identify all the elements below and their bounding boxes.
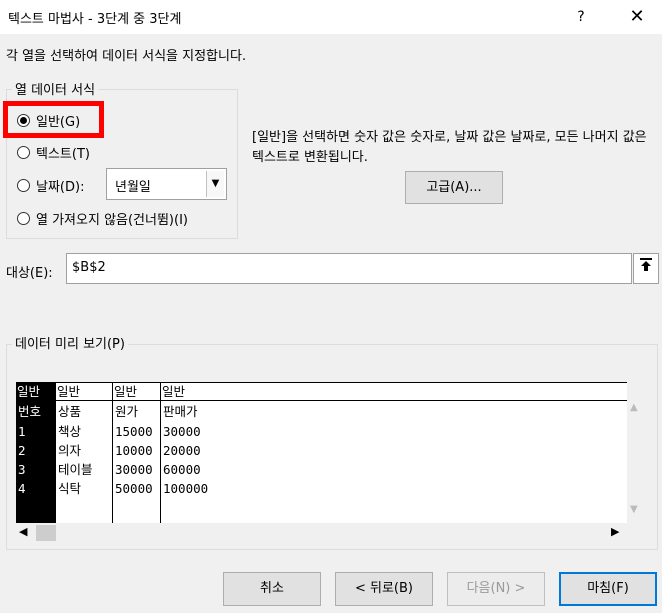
collapse-dialog-icon[interactable] (633, 253, 659, 284)
next-button[interactable]: 다음(N) > (447, 572, 545, 606)
radio-date[interactable]: 날짜(D): (17, 176, 84, 195)
preview-cell: 4 (18, 481, 26, 496)
preview-cell: 100000 (163, 481, 209, 496)
scroll-up-icon[interactable]: ▲ (630, 402, 638, 413)
preview-column-4[interactable]: 일반 판매가 30000 20000 60000 100000 (161, 382, 627, 523)
column-format-title: 열 데이터 서식 (12, 79, 99, 98)
advanced-button[interactable]: 고급(A)... (405, 171, 503, 204)
preview-cell: 의자 (58, 443, 82, 458)
preview-column-2[interactable]: 일반 상품 책상 의자 테이블 식탁 (56, 382, 112, 523)
preview-cell: 1 (18, 424, 26, 439)
radio-date-indicator[interactable] (17, 179, 30, 192)
horizontal-scrollbar[interactable]: ◀ ▶ (16, 523, 627, 543)
window-title: 텍스트 마법사 - 3단계 중 3단계 (8, 12, 182, 27)
preview-cell: 30000 (163, 424, 201, 439)
data-preview-title: 데이터 미리 보기(P) (12, 333, 128, 352)
finish-button[interactable]: 마침(F) (559, 572, 657, 606)
preview-cell: 20000 (163, 443, 201, 458)
highlight-annotation (3, 101, 104, 138)
preview-cell: 판매가 (163, 404, 198, 419)
format-description: [일반]을 선택하면 숫자 값은 숫자로, 날짜 값은 날짜로, 모든 나머지 … (252, 130, 647, 165)
preview-header-4: 일반 (161, 382, 627, 401)
preview-cell: 식탁 (58, 481, 82, 496)
scroll-right-icon[interactable]: ▶ (611, 525, 619, 538)
scroll-left-icon[interactable]: ◀ (19, 525, 27, 538)
radio-skip-label: 열 가져오지 않음(건너뜀)(I) (36, 213, 188, 228)
data-preview-grid[interactable]: 일반 번호 1 2 3 4 일반 상품 책상 의자 테이블 식탁 일반 원가 1… (16, 382, 627, 523)
preview-cell: 3 (18, 462, 26, 477)
scroll-down-icon[interactable]: ▼ (630, 504, 638, 515)
radio-skip[interactable]: 열 가져오지 않음(건너뜀)(I) (17, 209, 188, 228)
preview-cell: 상품 (58, 404, 82, 419)
preview-cell: 책상 (58, 424, 82, 439)
preview-cell: 30000 (115, 462, 153, 477)
close-button[interactable]: ✕ (624, 4, 650, 30)
preview-cell: 2 (18, 443, 26, 458)
date-format-select[interactable]: 년월일 ▼ (106, 168, 227, 200)
radio-text-indicator[interactable] (17, 146, 30, 159)
help-button[interactable]: ? (568, 4, 594, 30)
preview-cell: 50000 (115, 481, 153, 496)
vertical-scrollbar[interactable]: ▲ ▼ (627, 382, 644, 523)
scroll-thumb[interactable] (36, 525, 56, 541)
destination-input[interactable]: $B$2 (66, 253, 632, 284)
radio-date-label: 날짜(D): (36, 180, 85, 195)
preview-header-2: 일반 (56, 382, 112, 401)
date-format-value: 년월일 (115, 180, 151, 195)
upload-arrow-icon (640, 258, 652, 271)
preview-cell: 원가 (115, 404, 139, 419)
radio-text-label: 텍스트(T) (36, 147, 90, 162)
preview-column-3[interactable]: 일반 원가 15000 10000 30000 50000 (113, 382, 160, 523)
radio-skip-indicator[interactable] (17, 212, 30, 225)
back-button[interactable]: < 뒤로(B) (335, 572, 433, 606)
instruction-text: 각 열을 선택하여 데이터 서식을 지정합니다. (6, 49, 247, 64)
chevron-down-icon[interactable]: ▼ (206, 171, 224, 197)
radio-text[interactable]: 텍스트(T) (17, 143, 90, 162)
preview-cell: 15000 (115, 424, 153, 439)
preview-header-3: 일반 (113, 382, 160, 401)
preview-cell: 10000 (115, 443, 153, 458)
preview-cell: 테이블 (58, 462, 93, 477)
title-bar: 텍스트 마법사 - 3단계 중 3단계 ? ✕ (0, 0, 662, 34)
preview-cell: 번호 (18, 404, 42, 419)
destination-label: 대상(E): (6, 266, 53, 281)
cancel-button[interactable]: 취소 (223, 572, 321, 606)
preview-cell: 60000 (163, 462, 201, 477)
preview-header-1: 일반 (16, 382, 55, 401)
preview-column-1[interactable]: 일반 번호 1 2 3 4 (16, 382, 55, 523)
